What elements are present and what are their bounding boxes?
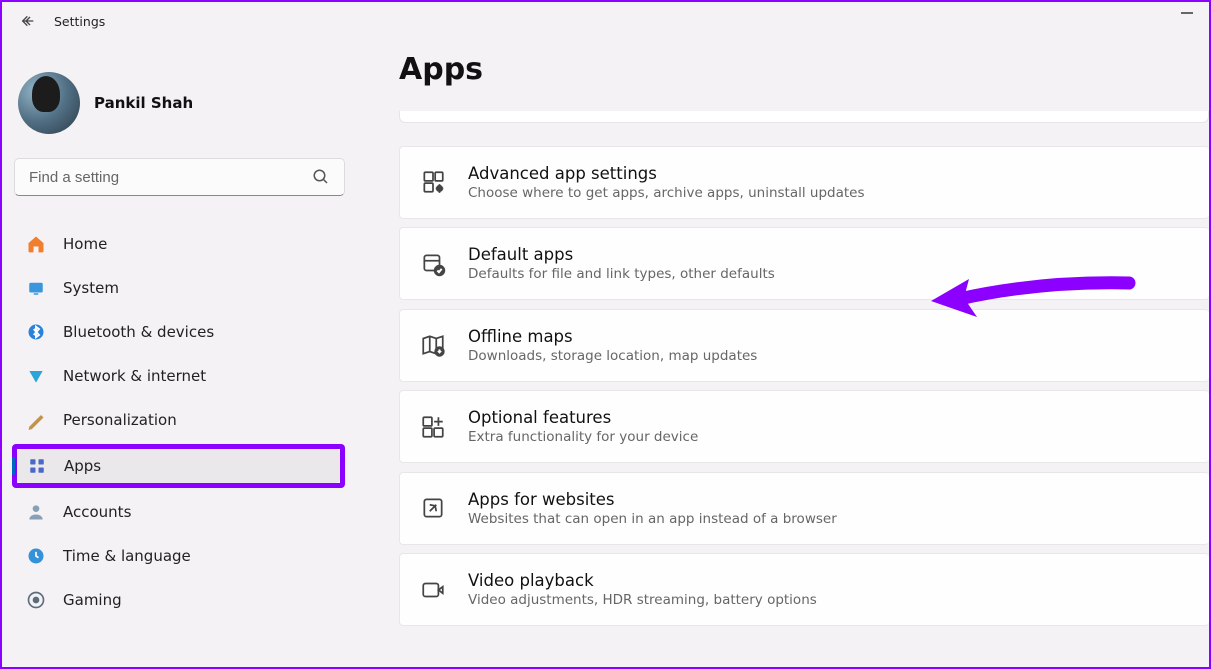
card-subtitle: Downloads, storage location, map updates: [468, 348, 1189, 364]
card-title: Default apps: [468, 245, 1189, 264]
page-title: Apps: [399, 52, 1209, 87]
apps-websites-icon: [420, 495, 446, 521]
card-video-playback[interactable]: Video playback Video adjustments, HDR st…: [399, 553, 1209, 626]
sidebar-item-label: Network & internet: [63, 367, 206, 385]
card-title: Video playback: [468, 571, 1189, 590]
card-apps-for-websites[interactable]: Apps for websites Websites that can open…: [399, 472, 1209, 545]
home-icon: [26, 234, 46, 254]
card-optional-features[interactable]: Optional features Extra functionality fo…: [399, 390, 1209, 463]
sidebar-item-home[interactable]: Home: [14, 224, 345, 264]
sidebar-item-system[interactable]: System: [14, 268, 345, 308]
user-name: Pankil Shah: [94, 94, 193, 112]
sidebar-item-personalization[interactable]: Personalization: [14, 400, 345, 440]
card-subtitle: Extra functionality for your device: [468, 429, 1189, 445]
sidebar-item-apps[interactable]: Apps: [17, 449, 340, 483]
gaming-icon: [26, 590, 46, 610]
sidebar: Pankil Shah Home System: [2, 34, 357, 667]
profile[interactable]: Pankil Shah: [18, 72, 345, 134]
sidebar-item-network[interactable]: Network & internet: [14, 356, 345, 396]
sidebar-item-label: System: [63, 279, 119, 297]
search-icon: [312, 168, 330, 186]
search-input-wrapper[interactable]: [14, 158, 345, 196]
apps-highlight: Apps: [12, 444, 345, 488]
card-advanced-app-settings[interactable]: Advanced app settings Choose where to ge…: [399, 146, 1209, 219]
sidebar-item-label: Gaming: [63, 591, 122, 609]
system-icon: [26, 278, 46, 298]
accounts-icon: [26, 502, 46, 522]
window-title: Settings: [54, 14, 105, 29]
settings-cards: Advanced app settings Choose where to ge…: [399, 111, 1209, 630]
card-title: Apps for websites: [468, 490, 1189, 509]
card-subtitle: Defaults for file and link types, other …: [468, 266, 1189, 282]
main-content: Apps Advanced app settings Choose where …: [357, 34, 1209, 667]
card-title: Optional features: [468, 408, 1189, 427]
card-title: Offline maps: [468, 327, 1189, 346]
search-input[interactable]: [29, 169, 312, 186]
sidebar-item-time-language[interactable]: Time & language: [14, 536, 345, 576]
minimize-button[interactable]: [1181, 12, 1193, 14]
sidebar-item-label: Bluetooth & devices: [63, 323, 214, 341]
default-apps-icon: [420, 251, 446, 277]
time-language-icon: [26, 546, 46, 566]
active-indicator: [12, 457, 15, 475]
optional-features-icon: [420, 414, 446, 440]
card-default-apps[interactable]: Default apps Defaults for file and link …: [399, 227, 1209, 300]
sidebar-item-gaming[interactable]: Gaming: [14, 580, 345, 620]
card-subtitle: Choose where to get apps, archive apps, …: [468, 185, 1189, 201]
sidebar-item-accounts[interactable]: Accounts: [14, 492, 345, 532]
sidebar-item-label: Home: [63, 235, 107, 253]
sidebar-item-label: Apps: [64, 457, 101, 475]
card-title: Advanced app settings: [468, 164, 1189, 183]
avatar: [18, 72, 80, 134]
advanced-icon: [420, 169, 446, 195]
bluetooth-icon: [26, 322, 46, 342]
sidebar-item-bluetooth[interactable]: Bluetooth & devices: [14, 312, 345, 352]
video-playback-icon: [420, 577, 446, 603]
card-stub-top: [399, 111, 1209, 123]
window-header: Settings: [2, 2, 1209, 34]
personalization-icon: [26, 410, 46, 430]
sidebar-nav: Home System Bluetooth & devices Network …: [14, 224, 345, 620]
network-icon: [26, 366, 46, 386]
sidebar-item-label: Accounts: [63, 503, 131, 521]
sidebar-item-label: Personalization: [63, 411, 177, 429]
card-offline-maps[interactable]: Offline maps Downloads, storage location…: [399, 309, 1209, 382]
back-button[interactable]: [18, 11, 38, 31]
offline-maps-icon: [420, 332, 446, 358]
card-subtitle: Video adjustments, HDR streaming, batter…: [468, 592, 1189, 608]
card-subtitle: Websites that can open in an app instead…: [468, 511, 1189, 527]
apps-icon: [27, 456, 47, 476]
sidebar-item-label: Time & language: [63, 547, 191, 565]
